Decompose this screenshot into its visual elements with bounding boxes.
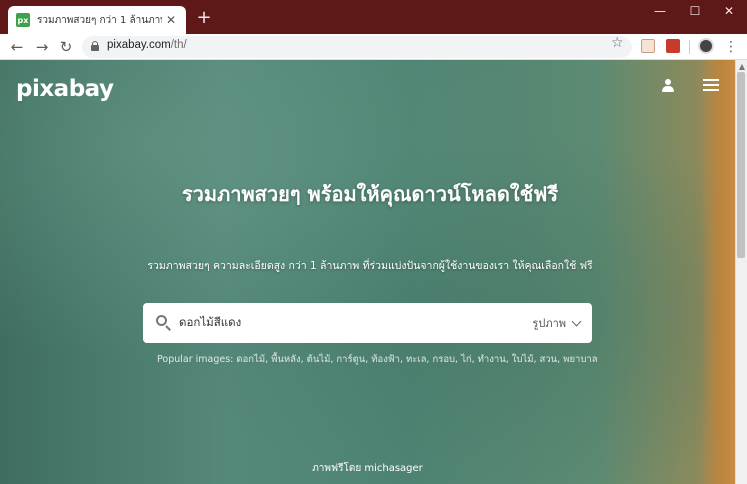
hamburger-menu-icon[interactable] <box>703 79 719 92</box>
search-input[interactable] <box>179 313 479 333</box>
new-tab-button[interactable]: + <box>194 8 214 28</box>
photo-credit[interactable]: ภาพฟรีโดย michasager <box>200 461 535 476</box>
url-host: pixabay.com <box>107 39 171 51</box>
hero-headline: รวมภาพสวยๆ พร้อมให้คุณดาวน์โหลดใช้ฟรี <box>181 182 559 206</box>
tab-title: รวมภาพสวยๆ กว่า 1 ล้านภาพ ให้คุณเ <box>37 14 162 26</box>
popular-images: Popular images: ดอกไม้, พื้นหลัง, ต้นไม้… <box>157 352 597 367</box>
forward-button[interactable]: → <box>31 37 53 57</box>
extension-face-icon[interactable] <box>641 39 655 53</box>
user-icon[interactable] <box>661 79 675 93</box>
pixabay-homepage: pixabay รวมภาพสวยๆ พร้อมให้คุณดาวน์โหลดใ… <box>0 60 747 484</box>
tab-close-icon[interactable]: ✕ <box>164 13 178 27</box>
search-icon[interactable] <box>156 315 171 331</box>
browser-titlebar: px รวมภาพสวยๆ กว่า 1 ล้านภาพ ให้คุณเ ✕ +… <box>0 0 747 34</box>
popular-links[interactable]: ดอกไม้, พื้นหลัง, ต้นไม้, การ์ตูน, ท้องฟ… <box>236 354 597 365</box>
extension-book-icon[interactable] <box>666 39 680 53</box>
toolbar-divider <box>689 40 690 54</box>
url-text: pixabay.com/th/ <box>107 39 187 51</box>
search-box: รูปภาพ <box>143 303 592 343</box>
chevron-down-icon <box>571 316 582 326</box>
minimize-button[interactable]: — <box>642 0 678 22</box>
url-path: /th/ <box>170 39 187 51</box>
browser-toolbar: ← → ↻ pixabay.com/th/ ☆ ⋮ <box>0 34 747 60</box>
lock-icon <box>91 41 99 51</box>
close-window-button[interactable]: ✕ <box>711 0 747 22</box>
media-type-dropdown[interactable]: รูปภาพ <box>532 315 582 331</box>
background-shoreline <box>701 60 735 484</box>
back-button[interactable]: ← <box>6 37 28 57</box>
media-type-label: รูปภาพ <box>532 317 566 330</box>
page-scrollbar[interactable]: ▲ <box>735 60 747 484</box>
hero-subheadline: รวมภาพสวยๆ ความละเอียดสูง กว่า 1 ล้านภาพ… <box>147 260 593 272</box>
scrollbar-thumb[interactable] <box>737 72 745 258</box>
browser-menu-icon[interactable]: ⋮ <box>723 37 739 57</box>
reload-button[interactable]: ↻ <box>55 37 77 57</box>
pixabay-logo[interactable]: pixabay <box>16 76 114 102</box>
browser-tab[interactable]: px รวมภาพสวยๆ กว่า 1 ล้านภาพ ให้คุณเ ✕ <box>8 6 186 34</box>
profile-avatar[interactable] <box>698 38 714 54</box>
address-bar[interactable]: pixabay.com/th/ <box>82 36 632 58</box>
scroll-up-icon[interactable]: ▲ <box>739 62 745 71</box>
pixabay-favicon-icon: px <box>16 13 30 27</box>
bookmark-star-icon[interactable]: ☆ <box>611 35 624 51</box>
popular-label: Popular images: <box>157 354 234 365</box>
maximize-button[interactable]: ☐ <box>677 0 713 22</box>
